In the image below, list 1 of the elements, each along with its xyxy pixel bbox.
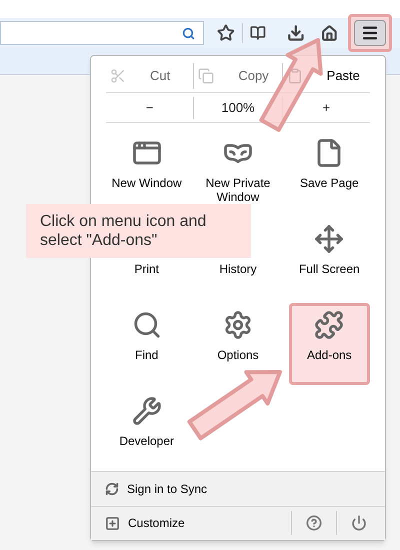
callout-text: Click on menu icon and select "Add-ons" bbox=[40, 212, 208, 250]
